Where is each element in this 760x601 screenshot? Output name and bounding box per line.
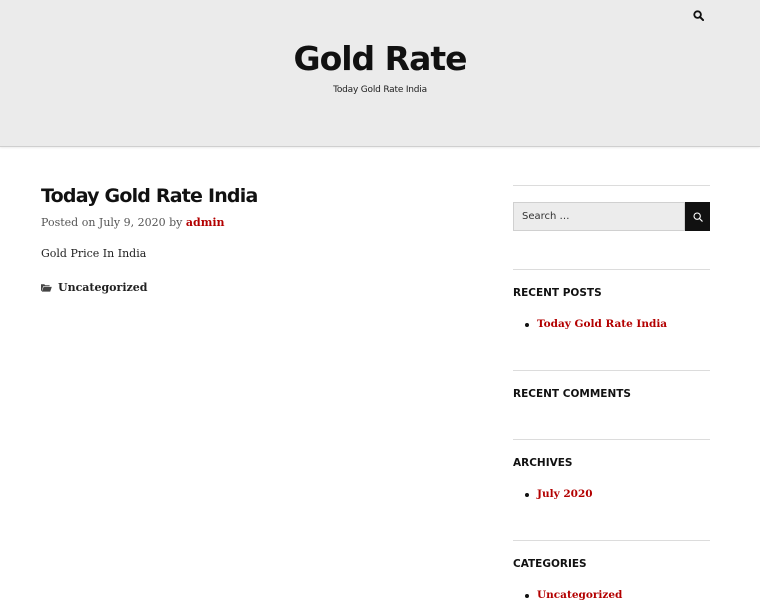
list-item: July 2020 [513, 488, 593, 500]
list-item: Today Gold Rate India [513, 318, 667, 330]
search-icon [693, 10, 704, 21]
archives-list: July 2020 [513, 488, 593, 500]
post-title[interactable]: Today Gold Rate India [41, 182, 258, 210]
categories-title: CATEGORIES [513, 558, 587, 570]
categories-list: Uncategorized [513, 589, 622, 601]
site-header: Gold Rate Today Gold Rate India [0, 0, 760, 147]
category-widget-link[interactable]: Uncategorized [537, 589, 622, 601]
sidebar-search-form [513, 202, 710, 231]
site-title[interactable]: Gold Rate [0, 38, 760, 80]
post-category: Uncategorized [41, 281, 147, 294]
recent-post-link[interactable]: Today Gold Rate India [537, 318, 667, 330]
search-input[interactable] [513, 202, 685, 231]
by-label: by [169, 216, 183, 229]
post-content: Gold Price In India [41, 247, 147, 260]
divider [513, 269, 710, 270]
list-item: Uncategorized [513, 589, 622, 601]
posted-on-label: Posted on [41, 216, 96, 229]
divider [513, 540, 710, 541]
header-search-button[interactable] [690, 7, 707, 24]
search-icon [692, 211, 703, 222]
search-submit-button[interactable] [685, 202, 710, 231]
archive-link[interactable]: July 2020 [537, 488, 593, 500]
recent-posts-title: RECENT POSTS [513, 287, 602, 299]
divider [513, 185, 710, 186]
divider [513, 439, 710, 440]
divider [513, 370, 710, 371]
archives-title: ARCHIVES [513, 457, 573, 469]
post-author-link[interactable]: admin [186, 216, 225, 229]
category-link[interactable]: Uncategorized [58, 281, 147, 294]
recent-posts-list: Today Gold Rate India [513, 318, 667, 330]
folder-icon [41, 284, 52, 292]
post-date[interactable]: July 9, 2020 [99, 216, 166, 229]
site-description: Today Gold Rate India [333, 85, 427, 95]
recent-comments-title: RECENT COMMENTS [513, 388, 631, 400]
post-meta: Posted on July 9, 2020 by admin [41, 216, 225, 229]
